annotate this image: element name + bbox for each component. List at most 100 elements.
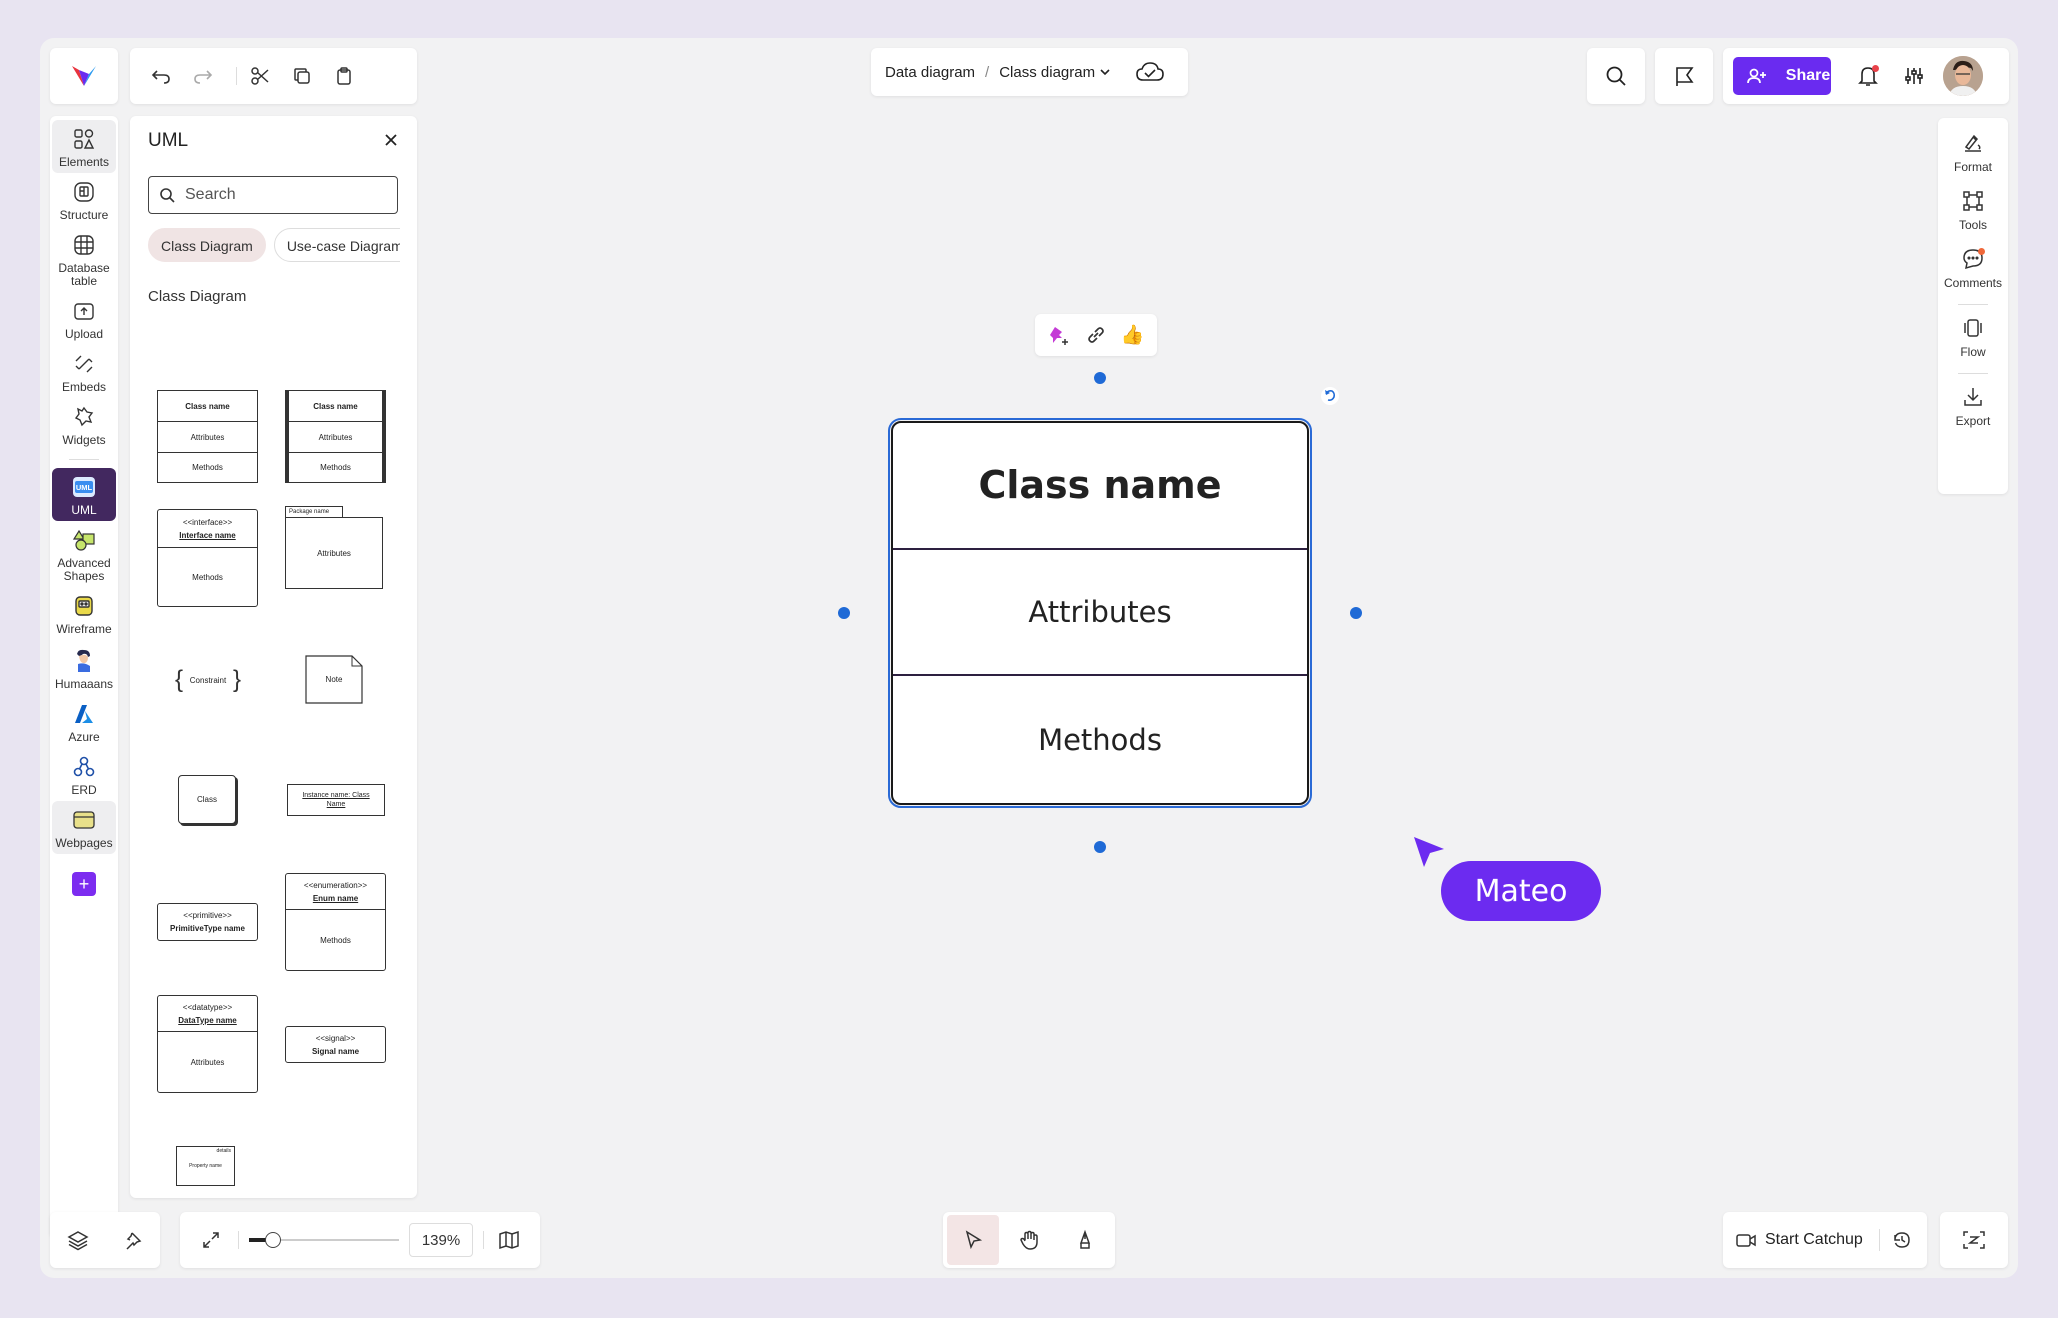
breadcrumb-separator: / [985,63,990,81]
search-field[interactable] [148,176,398,214]
shape-datatype-stereotype: <<datatype>> [182,1002,233,1012]
toolbar-divider [236,67,237,85]
selection-handle-right[interactable] [1350,607,1362,619]
shape-instance[interactable]: Instance name: Class Name [287,784,385,816]
zoom-slider[interactable] [249,1230,399,1250]
shape-note[interactable]: Note [305,655,363,704]
map-icon[interactable] [494,1230,524,1250]
embeds-icon [73,353,95,375]
breadcrumb-parent[interactable]: Data diagram [885,64,975,81]
shape-class[interactable]: Class name Attributes Methods [157,390,258,483]
redo-icon[interactable] [184,57,222,95]
undo-icon[interactable] [142,57,180,95]
rail-item-elements[interactable]: Elements [52,120,116,173]
breadcrumb-current[interactable]: Class diagram [999,64,1111,81]
layers-icon[interactable] [67,1229,89,1251]
rail-item-embeds[interactable]: Embeds [52,345,116,398]
shape-package[interactable]: Package name Attributes [285,506,383,589]
svg-text:UML: UML [76,483,93,492]
shape-interface[interactable]: <<interface>> Interface name Methods [157,509,258,607]
diagram-type-tabs: Class Diagram Use-case Diagram [148,228,400,264]
pin-add-icon[interactable] [1048,324,1072,346]
selection-handle-left[interactable] [838,607,850,619]
app-logo[interactable] [50,48,118,104]
tab-use-case-diagram[interactable]: Use-case Diagram [273,228,400,262]
rail-item-advanced-shapes[interactable]: Advanced Shapes [52,521,116,587]
fit-to-screen-button[interactable] [1940,1212,2008,1268]
rail-item-upload[interactable]: Upload [52,292,116,345]
hand-tool-icon[interactable] [1003,1215,1055,1265]
link-icon[interactable] [1085,324,1107,346]
zoom-slider-handle[interactable] [265,1232,281,1248]
notifications-button[interactable] [1845,57,1891,95]
rail-item-format[interactable]: Format [1938,126,2008,184]
rail-item-webpages[interactable]: Webpages [52,801,116,854]
rail-item-tools[interactable]: Tools [1938,184,2008,242]
shape-enumeration[interactable]: <<enumeration>> Enum name Methods [285,873,386,971]
zoom-level[interactable]: 139% [409,1223,473,1257]
tab-class-diagram[interactable]: Class Diagram [148,228,266,262]
cloud-saved-icon[interactable] [1135,61,1165,83]
advanced-shapes-icon [72,529,96,551]
right-rail: Format Tools Comments Flow Export [1938,118,2008,494]
rail-item-azure[interactable]: Azure [52,695,116,748]
search-button[interactable] [1587,48,1645,104]
history-icon[interactable] [1892,1230,1912,1250]
rail-item-widgets[interactable]: Widgets [52,398,116,451]
avatar[interactable] [1943,56,1983,96]
rotate-icon[interactable] [1320,386,1340,406]
shape-primitive[interactable]: <<primitive>> PrimitiveType name [157,903,258,941]
fullscreen-icon[interactable] [194,1230,228,1250]
shape-signal-stereotype: <<signal>> [315,1033,356,1043]
shape-class-methods: Methods [192,463,223,472]
rail-item-flow[interactable]: Flow [1938,311,2008,369]
shape-class-small[interactable]: Class [178,775,236,824]
shape-datatype[interactable]: <<datatype>> DataType name Attributes [157,995,258,1093]
cut-icon[interactable] [241,57,279,95]
shape-class-attributes: Attributes [289,422,382,453]
structure-icon [73,181,95,203]
rail-item-erd[interactable]: ERD [52,748,116,801]
rail-item-comments[interactable]: Comments [1938,242,2008,300]
erd-icon [73,756,95,778]
close-icon[interactable] [379,128,403,152]
rail-item-database-table[interactable]: Database table [52,226,116,292]
selection-handle-bottom[interactable] [1094,841,1106,853]
shape-signal[interactable]: <<signal>> Signal name [285,1026,386,1063]
rail-item-export[interactable]: Export [1938,380,2008,438]
shape-enum-header: <<enumeration>> Enum name [286,874,385,910]
uml-class-name[interactable]: Class name [893,423,1307,550]
present-button[interactable] [1655,48,1713,104]
elements-icon [73,128,95,150]
shape-property[interactable]: details Property name [176,1146,235,1186]
add-library-button[interactable]: + [72,872,96,896]
selection-handle-top[interactable] [1094,372,1106,384]
start-catchup-button[interactable]: Start Catchup [1765,1231,1863,1249]
breadcrumb: Data diagram / Class diagram [871,48,1188,96]
shape-interface-methods: Methods [192,572,223,582]
rail-item-wireframe[interactable]: Wireframe [52,587,116,640]
shape-constraint[interactable]: { Constraint } [175,666,241,693]
settings-button[interactable] [1891,57,1937,95]
uml-class-attributes[interactable]: Attributes [893,550,1307,677]
brace-right-icon: } [232,666,241,693]
rail-divider [1958,304,1988,305]
pin-icon[interactable] [123,1230,143,1250]
search-icon [1605,65,1627,87]
uml-class-methods[interactable]: Methods [893,676,1307,803]
search-input[interactable] [185,186,385,204]
shape-note-label: Note [325,675,343,684]
comments-badge-dot [1978,248,1985,255]
uml-class-shape[interactable]: Class name Attributes Methods [888,418,1312,808]
shape-class-active[interactable]: Class name Attributes Methods [285,390,386,483]
rail-item-structure[interactable]: Structure [52,173,116,226]
copy-icon[interactable] [283,57,321,95]
rail-item-uml[interactable]: UML UML [52,468,116,521]
paste-icon[interactable] [325,57,363,95]
pen-tool-icon[interactable] [1059,1215,1111,1265]
share-button[interactable]: Share [1733,57,1831,95]
rail-item-humaaans[interactable]: Humaaans [52,640,116,695]
thumbs-up-icon[interactable]: 👍 [1121,323,1145,347]
select-tool-icon[interactable] [947,1215,999,1265]
app-window: Elements Structure Database table Upload… [40,38,2018,1278]
